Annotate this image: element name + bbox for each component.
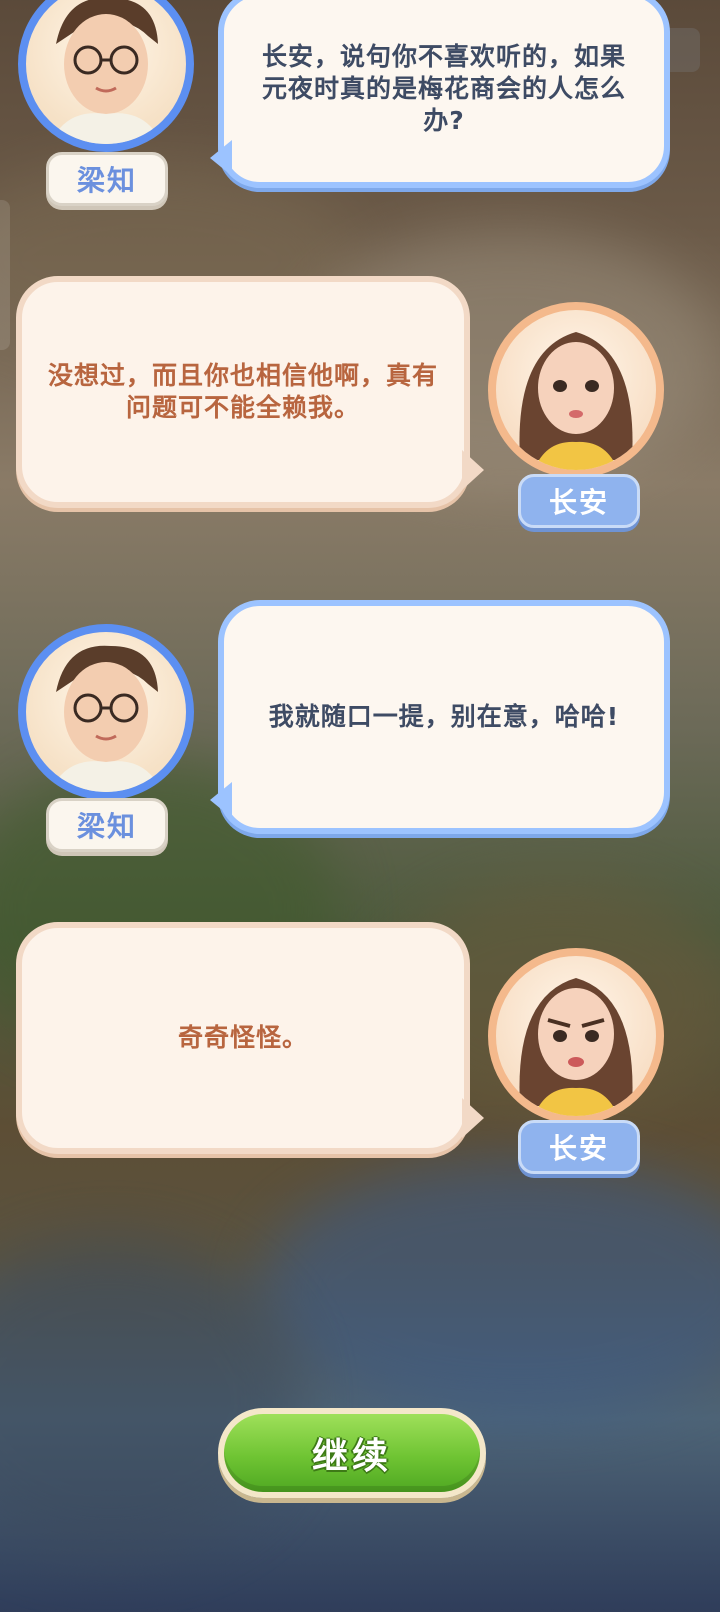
bubble-tail — [462, 1098, 484, 1138]
speech-bubble: 奇奇怪怪。 — [16, 922, 470, 1154]
speaker-name-plate: 长安 — [518, 1120, 640, 1174]
speech-text: 长安，说句你不喜欢听的，如果元夜时真的是梅花商会的人怎么办? — [261, 42, 626, 135]
speaker-name: 梁知 — [76, 164, 137, 197]
speaker-name-plate: 长安 — [518, 474, 640, 528]
speaker-name-plate: 梁知 — [46, 798, 168, 852]
bubble-tail — [210, 782, 232, 818]
speaker-name-plate: 梁知 — [46, 152, 168, 206]
bubble-tail — [210, 140, 232, 176]
speech-text: 奇奇怪怪。 — [177, 1023, 308, 1052]
girl-long-hair-icon — [519, 332, 633, 470]
boy-with-glasses-icon — [50, 645, 162, 792]
side-edge-handle — [0, 200, 10, 350]
speaker-name: 长安 — [548, 1132, 609, 1165]
continue-button-label: 继续 — [311, 1436, 392, 1477]
girl-frowning-icon — [519, 978, 633, 1116]
speech-bubble: 长安，说句你不喜欢听的，如果元夜时真的是梅花商会的人怎么办? — [218, 0, 670, 188]
bubble-tail — [462, 450, 484, 490]
boy-with-glasses-icon — [50, 0, 162, 144]
continue-button[interactable]: 继续 — [218, 1408, 486, 1498]
speaker-name: 梁知 — [76, 810, 137, 843]
speech-bubble: 没想过，而且你也相信他啊，真有问题可不能全赖我。 — [16, 276, 470, 508]
avatar-liangzhi — [18, 0, 194, 152]
speech-bubble: 我就随口一提，别在意，哈哈! — [218, 600, 670, 834]
avatar-changan — [488, 948, 664, 1124]
speech-text: 我就随口一提，别在意，哈哈! — [268, 702, 620, 731]
avatar-changan — [488, 302, 664, 478]
avatar-liangzhi — [18, 624, 194, 800]
speaker-name: 长安 — [548, 486, 609, 519]
speech-text: 没想过，而且你也相信他啊，真有问题可不能全赖我。 — [48, 361, 439, 422]
